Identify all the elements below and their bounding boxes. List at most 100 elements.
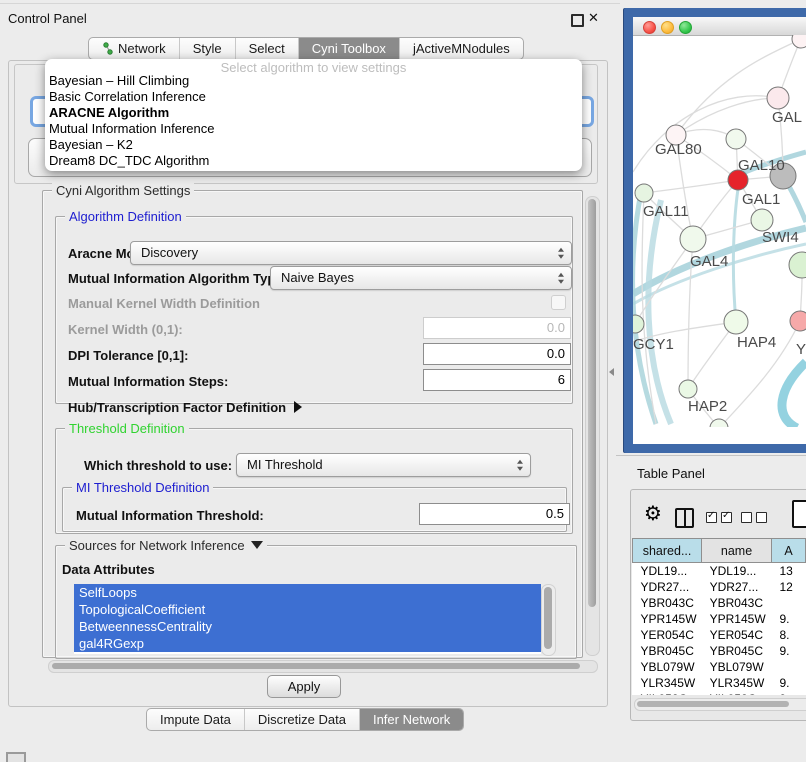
manual-kernel-checkbox[interactable] <box>551 295 566 310</box>
table-row[interactable]: YER054CYER054C8. <box>633 627 806 643</box>
table-cell[interactable]: 13 <box>771 563 805 580</box>
dpi-tolerance-field[interactable]: 0.0 <box>423 343 571 365</box>
table-row[interactable]: YDL19...YDL19...13 <box>633 563 806 580</box>
aracne-mode-combo[interactable]: Discovery <box>130 241 572 265</box>
network-node[interactable] <box>792 35 806 48</box>
table-cell[interactable]: 9. <box>771 611 805 627</box>
column-view-icon[interactable] <box>675 508 694 528</box>
table-cell[interactable]: YDL19... <box>702 563 772 580</box>
table-cell[interactable]: YLR345W <box>702 675 772 691</box>
table-cell[interactable]: YBR043C <box>702 595 772 611</box>
table-cell[interactable] <box>771 659 805 675</box>
mi-steps-field[interactable]: 6 <box>423 369 571 391</box>
network-node[interactable] <box>789 252 806 278</box>
tab-select[interactable]: Select <box>235 38 298 59</box>
kernel-width-field[interactable]: 0.0 <box>423 317 571 339</box>
table-cell[interactable]: YER054C <box>633 627 702 643</box>
table-cell[interactable]: YDL19... <box>633 563 702 580</box>
network-graph-canvas[interactable]: GALGAL80GAL10GAL1GAL11GAL4SWI4GCY1HAP4YH… <box>633 35 806 427</box>
splitter-handle-icon[interactable] <box>609 368 614 376</box>
attribute-item[interactable]: gal4RGexp <box>74 635 541 652</box>
table-cell[interactable]: 8. <box>771 627 805 643</box>
tab-jactivemnodules[interactable]: jActiveMNodules <box>399 38 523 59</box>
tab-network[interactable]: Network <box>89 38 179 59</box>
attribute-item[interactable]: BetweennessCentrality <box>74 618 541 635</box>
table-cell[interactable]: YIL052C <box>633 691 702 695</box>
tab-cyni-toolbox[interactable]: Cyni Toolbox <box>298 38 399 59</box>
algorithm-option[interactable]: Dream8 DC_TDC Algorithm <box>45 153 582 169</box>
deselect-all-icon[interactable] <box>741 512 767 523</box>
table-cell[interactable]: YBL079W <box>633 659 702 675</box>
table-cell[interactable]: YLR345W <box>633 675 702 691</box>
node-gal10[interactable] <box>726 129 746 149</box>
column-header[interactable]: name <box>702 539 772 563</box>
node-gal4[interactable] <box>680 226 706 252</box>
sources-group-title[interactable]: Sources for Network Inference <box>65 538 267 553</box>
float-window-icon[interactable] <box>571 14 584 27</box>
table-cell[interactable]: YER054C <box>702 627 772 643</box>
tab-style[interactable]: Style <box>179 38 235 59</box>
table-cell[interactable]: YBR045C <box>633 643 702 659</box>
minimize-traffic-light-icon[interactable] <box>661 21 674 34</box>
table-cell[interactable]: YDR27... <box>702 579 772 595</box>
node-gal11[interactable] <box>635 184 653 202</box>
attribute-item[interactable]: TopologicalCoefficient <box>74 601 541 618</box>
zoom-traffic-light-icon[interactable] <box>679 21 692 34</box>
expand-right-icon[interactable] <box>294 401 302 413</box>
collapse-down-icon[interactable] <box>251 541 263 549</box>
algorithm-option[interactable]: Basic Correlation Inference <box>45 89 582 105</box>
dock-corner-icon[interactable] <box>6 752 26 762</box>
close-traffic-light-icon[interactable] <box>643 21 656 34</box>
table-cell[interactable]: YPR145W <box>702 611 772 627</box>
gear-icon[interactable]: ⚙ <box>644 504 662 524</box>
mi-threshold-field[interactable]: 0.5 <box>419 503 570 525</box>
data-attributes-list[interactable]: SelfLoopsTopologicalCoefficientBetweenne… <box>74 584 541 654</box>
document-icon[interactable] <box>792 500 806 528</box>
table-cell[interactable]: YBR043C <box>633 595 702 611</box>
node-gcy1[interactable] <box>633 315 644 333</box>
table-row[interactable]: YLR345WYLR345W9. <box>633 675 806 691</box>
settings-horizontal-scrollbar[interactable] <box>48 660 598 673</box>
table-horizontal-scrollbar[interactable] <box>634 698 806 711</box>
table-cell[interactable]: YBL079W <box>702 659 772 675</box>
table-cell[interactable]: 12 <box>771 579 805 595</box>
algorithm-option[interactable]: Bayesian – Hill Climbing <box>45 73 582 89</box>
network-window-titlebar[interactable] <box>633 17 806 36</box>
algorithm-option[interactable]: Mutual Information Inference <box>45 121 582 137</box>
mi-type-combo[interactable]: Naive Bayes <box>270 266 572 290</box>
node-gal[interactable] <box>767 87 789 109</box>
table-row[interactable]: YDR27...YDR27...12 <box>633 579 806 595</box>
algorithm-option[interactable]: Bayesian – K2 <box>45 137 582 153</box>
attribute-item[interactable]: SelfLoops <box>74 584 541 601</box>
column-header[interactable]: shared... <box>633 539 702 563</box>
attributes-scrollbar[interactable] <box>541 584 556 656</box>
table-row[interactable]: YBR045CYBR045C9. <box>633 643 806 659</box>
select-all-icon[interactable] <box>706 512 732 523</box>
table-cell[interactable]: 9. <box>771 691 805 695</box>
node-swi4[interactable] <box>751 209 773 231</box>
table-cell[interactable]: YBR045C <box>702 643 772 659</box>
tab-infer-network[interactable]: Infer Network <box>359 709 463 730</box>
table-row[interactable]: YIL052CYIL052C9. <box>633 691 806 695</box>
node-hap2[interactable] <box>679 380 697 398</box>
algorithm-option[interactable]: ARACNE Algorithm <box>45 105 582 121</box>
column-header[interactable]: A <box>771 539 805 563</box>
table-cell[interactable]: YDR27... <box>633 579 702 595</box>
close-panel-icon[interactable]: ✕ <box>588 10 599 26</box>
table-cell[interactable]: 9. <box>771 643 805 659</box>
settings-vertical-scrollbar[interactable] <box>585 196 600 656</box>
table-cell[interactable]: YPR145W <box>633 611 702 627</box>
node-table[interactable]: shared...nameA YDL19...YDL19...13YDR27..… <box>632 538 806 695</box>
table-cell[interactable]: YIL052C <box>702 691 772 695</box>
table-row[interactable]: YPR145WYPR145W9. <box>633 611 806 627</box>
tab-discretize-data[interactable]: Discretize Data <box>244 709 359 730</box>
table-cell[interactable]: 9. <box>771 675 805 691</box>
tab-impute-data[interactable]: Impute Data <box>147 709 244 730</box>
table-row[interactable]: YBL079WYBL079W <box>633 659 806 675</box>
node-hap4[interactable] <box>724 310 748 334</box>
node-y[interactable] <box>790 311 806 331</box>
table-cell[interactable] <box>771 595 805 611</box>
which-threshold-combo[interactable]: MI Threshold <box>236 453 531 477</box>
hub-definition-toggle[interactable]: Hub/Transcription Factor Definition <box>68 400 302 415</box>
table-row[interactable]: YBR043CYBR043C <box>633 595 806 611</box>
